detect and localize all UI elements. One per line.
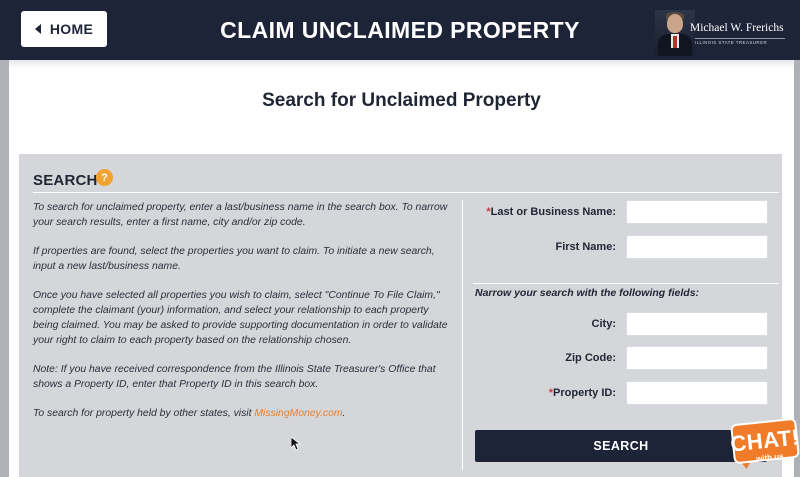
search-button[interactable]: SEARCH — [475, 430, 767, 462]
home-button-label: HOME — [49, 21, 94, 37]
property-id-input[interactable] — [626, 381, 768, 405]
treasurer-photo — [655, 10, 695, 56]
city-label: City: — [591, 318, 616, 330]
other-states-paragraph: To search for property held by other sta… — [33, 406, 453, 421]
missing-money-link[interactable]: MissingMoney.com — [254, 408, 342, 419]
chat-widget[interactable]: CHAT! with us — [729, 417, 800, 477]
narrow-search-text: Narrow your search with the following fi… — [475, 287, 700, 299]
narrow-divider — [473, 283, 779, 284]
property-id-label: *Property ID: — [548, 387, 616, 399]
treasurer-logo[interactable]: Michael W. Frerichs ILLINOIS STATE TREAS… — [655, 10, 785, 56]
first-name-label: First Name: — [555, 241, 616, 253]
zip-code-label: Zip Code: — [565, 352, 616, 364]
search-heading: SEARCH — [33, 172, 98, 189]
first-name-input[interactable] — [626, 235, 768, 259]
last-name-input[interactable] — [626, 200, 768, 224]
city-input[interactable] — [626, 312, 768, 336]
instruction-paragraph: Once you have selected all properties yo… — [33, 290, 448, 346]
instruction-paragraph: If properties are found, select the prop… — [33, 246, 435, 272]
outer-gutter-right — [794, 60, 800, 477]
top-header: HOME CLAIM UNCLAIMED PROPERTY Michael W.… — [0, 0, 800, 60]
page-title: Search for Unclaimed Property — [262, 90, 541, 111]
other-states-suffix: . — [342, 408, 346, 419]
chat-subtext: with us — [755, 451, 784, 464]
instruction-paragraph: Note: If you have received correspondenc… — [33, 364, 436, 390]
search-instructions: To search for unclaimed property, enter … — [33, 200, 453, 435]
mouse-cursor-icon — [291, 437, 301, 451]
last-name-label: *Last or Business Name: — [486, 206, 616, 218]
other-states-text: To search for property held by other sta… — [33, 408, 255, 419]
main-panel: Search for Unclaimed Property SEARCH ? T… — [9, 60, 794, 477]
treasurer-name: Michael W. Frerichs — [690, 22, 784, 34]
heading-divider — [33, 192, 779, 193]
instruction-paragraph: To search for unclaimed property, enter … — [33, 202, 448, 228]
outer-gutter-left — [0, 60, 9, 477]
column-divider — [462, 200, 463, 470]
help-icon[interactable]: ? — [96, 169, 113, 186]
treasurer-subtitle: ILLINOIS STATE TREASURER — [695, 38, 785, 45]
home-button[interactable]: HOME — [21, 11, 107, 47]
zip-code-input[interactable] — [626, 346, 768, 370]
caret-left-icon — [34, 24, 41, 34]
search-card: SEARCH ? To search for unclaimed propert… — [19, 154, 782, 477]
